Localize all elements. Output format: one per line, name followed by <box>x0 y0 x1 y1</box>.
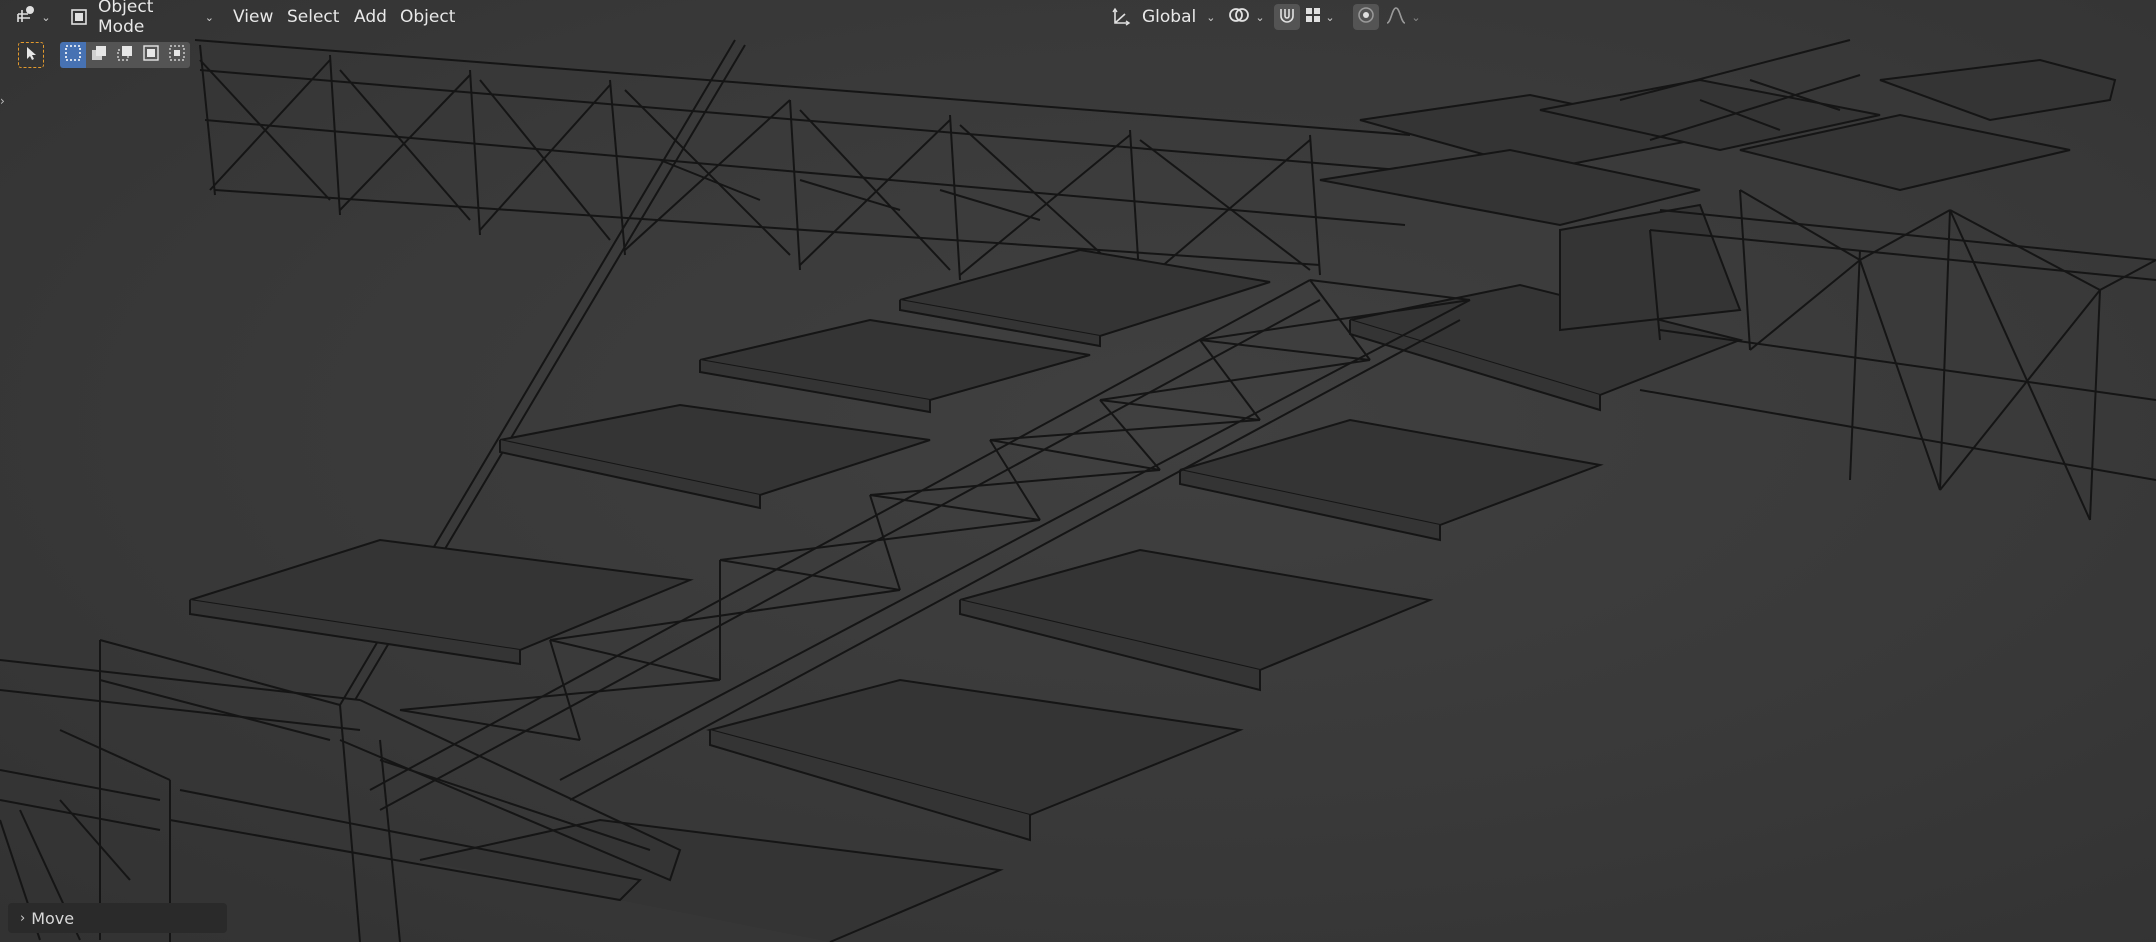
chevron-down-icon: ⌄ <box>1255 10 1265 24</box>
snap-grid-icon <box>1305 7 1321 28</box>
3d-viewport[interactable] <box>0 0 2156 942</box>
chevron-down-icon: ⌄ <box>204 10 214 24</box>
mode-selector[interactable]: Object Mode ⌄ <box>64 0 214 37</box>
select-new-icon <box>64 44 82 66</box>
transform-orientation-label: Global <box>1142 7 1197 27</box>
select-mode-subtract[interactable] <box>112 42 138 68</box>
chevron-down-icon: ⌄ <box>1206 10 1216 24</box>
mode-label: Object Mode <box>98 0 154 37</box>
pivot-point-button[interactable]: ⌄ <box>1224 4 1268 30</box>
select-intersect-icon <box>168 44 186 66</box>
select-mode-extend[interactable] <box>86 42 112 68</box>
chevron-down-icon: ⌄ <box>1411 10 1421 24</box>
viewport-header: ⌄ Object Mode ⌄ View Select Add Object G… <box>0 0 2156 37</box>
select-subtract-icon <box>116 44 134 66</box>
menu-select[interactable]: Select <box>279 4 347 30</box>
plates-center <box>189 58 2117 942</box>
select-mode-invert[interactable] <box>138 42 164 68</box>
select-invert-icon <box>142 44 160 66</box>
tool-settings-row <box>18 40 190 70</box>
select-extend-icon <box>90 44 108 66</box>
link-rings-icon <box>1227 4 1251 31</box>
chevron-right-icon: › <box>20 910 26 926</box>
chevron-down-icon: ⌄ <box>41 10 51 24</box>
select-cursor-icon <box>23 45 39 65</box>
select-mode-intersect[interactable] <box>164 42 190 68</box>
magnet-icon <box>1277 5 1297 30</box>
transform-orientation-selector[interactable]: Global ⌄ <box>1106 4 1216 30</box>
dot-circle-icon <box>1357 6 1375 29</box>
snap-target-button[interactable]: ⌄ <box>1302 4 1338 30</box>
select-mode-new[interactable] <box>60 42 86 68</box>
sidebar-expand-arrow[interactable]: › <box>0 93 10 109</box>
last-operation-label: Move <box>31 908 75 928</box>
axes-icon <box>1110 6 1132 28</box>
wireframe-scene <box>0 39 2156 942</box>
object-cube-icon <box>70 8 88 26</box>
last-operation-panel[interactable]: › Move <box>8 903 227 933</box>
truss-left-bottom <box>0 639 682 942</box>
chevron-down-icon: ⌄ <box>1325 10 1335 24</box>
menu-view[interactable]: View <box>225 4 281 30</box>
active-tool-button[interactable] <box>18 42 44 68</box>
menu-add[interactable]: Add <box>346 4 395 30</box>
object-mode-transform-icon <box>15 4 37 31</box>
proportional-edit-toggle[interactable] <box>1353 4 1379 30</box>
editor-type-button[interactable]: ⌄ <box>10 4 56 30</box>
falloff-curve-icon <box>1385 5 1407 30</box>
snap-toggle[interactable] <box>1274 4 1300 30</box>
menu-object[interactable]: Object <box>392 4 463 30</box>
falloff-button[interactable]: ⌄ <box>1383 4 1423 30</box>
